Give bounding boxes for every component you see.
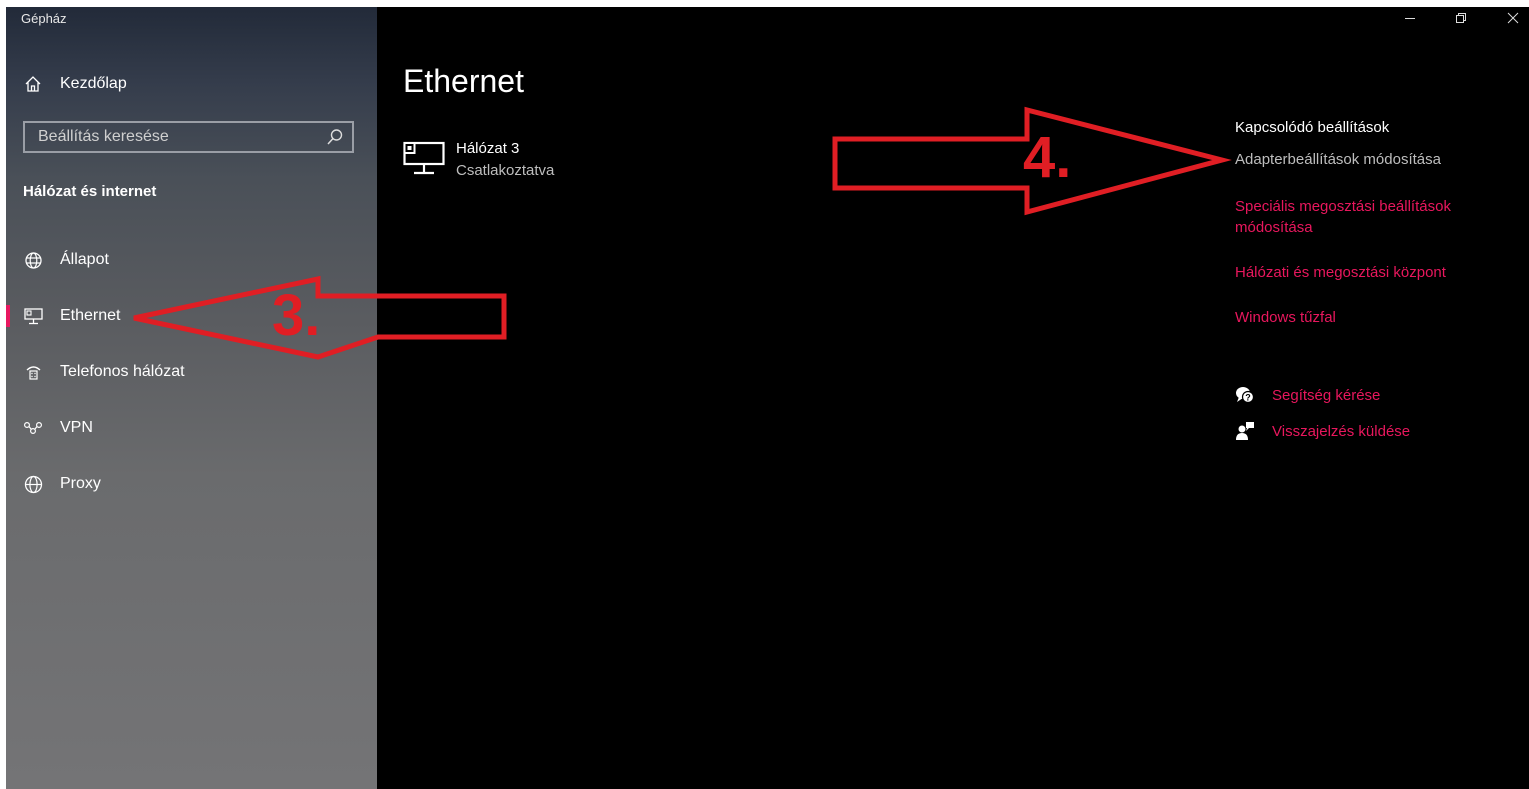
- network-status: Csatlakoztatva: [456, 162, 555, 179]
- sidebar-item-vpn[interactable]: VPN: [6, 406, 377, 450]
- page-title: Ethernet: [403, 63, 524, 99]
- main-content: Ethernet Hálózat 3 Csatlakoztatva Kapcso…: [377, 7, 1529, 789]
- search-box: [23, 121, 354, 153]
- sidebar-item-status[interactable]: Állapot: [6, 238, 377, 282]
- section-title: Hálózat és internet: [23, 183, 157, 200]
- sidebar-item-label: Állapot: [60, 251, 109, 268]
- sidebar-item-home[interactable]: Kezdőlap: [6, 62, 377, 106]
- sidebar-item-label: Ethernet: [60, 307, 121, 324]
- globe-status-icon: [23, 250, 43, 270]
- restore-icon: [1455, 11, 1467, 29]
- sidebar-item-ethernet[interactable]: Ethernet: [6, 294, 377, 338]
- close-button[interactable]: [1490, 7, 1529, 33]
- minimize-icon: [1404, 11, 1416, 29]
- get-help-label: Segítség kérése: [1272, 386, 1381, 404]
- minimize-button[interactable]: [1387, 7, 1433, 33]
- annotation-label-4: 4.: [1023, 125, 1072, 190]
- settings-window: Gépház Kezdőlap Hálózat és internet Álla…: [6, 7, 1529, 789]
- close-icon: [1507, 11, 1519, 29]
- help-chat-icon: ?: [1235, 385, 1255, 405]
- app-title: Gépház: [21, 11, 67, 26]
- ethernet-icon: [23, 306, 43, 326]
- sidebar-item-label: Telefonos hálózat: [60, 363, 185, 380]
- sidebar-item-label: Proxy: [60, 475, 101, 492]
- home-icon: [23, 74, 43, 94]
- ethernet-network-icon: [403, 140, 445, 181]
- advanced-sharing-link-line2[interactable]: módosítása: [1235, 217, 1313, 238]
- sidebar-item-label: Kezdőlap: [60, 75, 127, 92]
- dialup-icon: [23, 362, 43, 382]
- network-name: Hálózat 3: [456, 140, 520, 157]
- adapter-settings-link[interactable]: Adapterbeállítások módosítása: [1235, 149, 1441, 170]
- related-settings-header: Kapcsolódó beállítások: [1235, 119, 1390, 136]
- sidebar-item-label: VPN: [60, 419, 93, 436]
- search-icon[interactable]: [326, 128, 344, 146]
- svg-text:?: ?: [1245, 393, 1251, 403]
- windows-firewall-link[interactable]: Windows tűzfal: [1235, 307, 1336, 328]
- search-input[interactable]: [25, 123, 328, 151]
- sidebar: Gépház Kezdőlap Hálózat és internet Álla…: [6, 7, 377, 789]
- globe-icon: [23, 474, 43, 494]
- network-sharing-center-link[interactable]: Hálózati és megosztási központ: [1235, 262, 1446, 283]
- sidebar-item-proxy[interactable]: Proxy: [6, 462, 377, 506]
- feedback-icon: [1235, 421, 1255, 441]
- annotation-label-3: 3.: [272, 283, 321, 348]
- send-feedback-label: Visszajelzés küldése: [1272, 422, 1411, 440]
- network-card[interactable]: Hálózat 3 Csatlakoztatva: [403, 138, 603, 188]
- restore-button[interactable]: [1438, 7, 1484, 33]
- sidebar-item-dialup[interactable]: Telefonos hálózat: [6, 350, 377, 394]
- vpn-icon: [23, 418, 43, 438]
- advanced-sharing-link[interactable]: Speciális megosztási beállítások: [1235, 196, 1451, 217]
